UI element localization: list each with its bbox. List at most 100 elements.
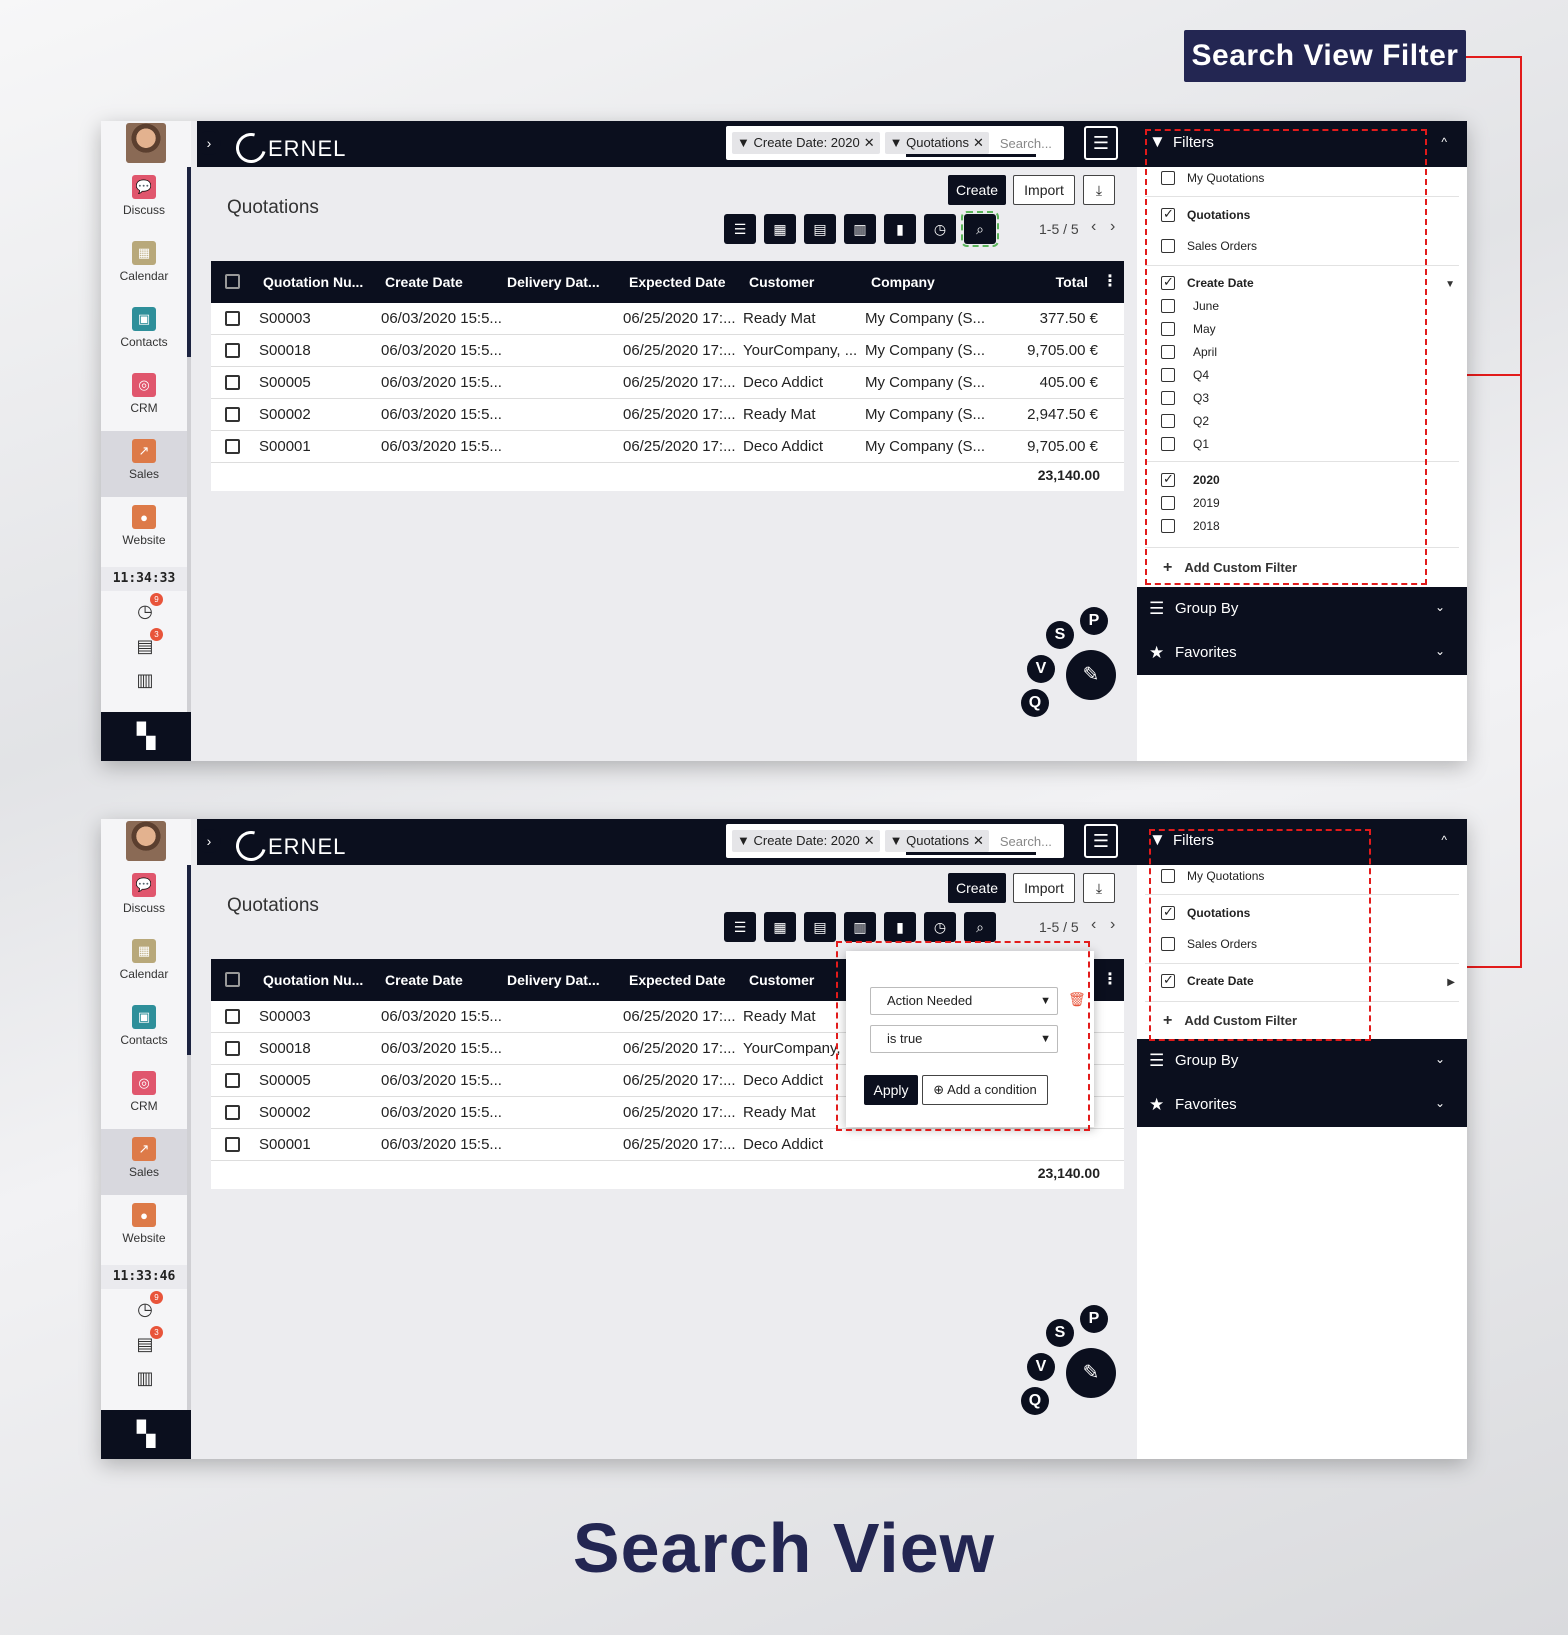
remove-facet-icon[interactable]: ✕ bbox=[973, 833, 984, 848]
graph-view-icon[interactable]: ▮ bbox=[884, 912, 916, 942]
apps-menu-icon[interactable]: ▚ bbox=[101, 1410, 191, 1459]
kanban-view-icon[interactable]: ▦ bbox=[764, 912, 796, 942]
create-button[interactable]: Create bbox=[948, 873, 1006, 903]
column-header[interactable]: Quotation Nu... bbox=[263, 261, 363, 303]
table-row[interactable]: S00003 06/03/2020 15:5... 06/25/2020 17:… bbox=[211, 303, 1124, 335]
avatar[interactable] bbox=[126, 123, 166, 163]
search-icon[interactable]: ⌕ bbox=[964, 912, 996, 942]
remove-facet-icon[interactable]: ✕ bbox=[864, 135, 875, 150]
sidebar-item-calendar[interactable]: ▦ Calendar bbox=[101, 233, 187, 299]
column-header[interactable]: Delivery Dat... bbox=[507, 959, 600, 1001]
sidebar-item-crm[interactable]: ◎ CRM bbox=[101, 1063, 187, 1129]
caret-right-icon[interactable]: ▶ bbox=[1447, 977, 1455, 988]
row-checkbox[interactable] bbox=[225, 343, 240, 358]
sidebar-scrollbar[interactable] bbox=[187, 167, 191, 727]
fab-p-button[interactable]: P bbox=[1080, 1305, 1108, 1333]
calendar-view-icon[interactable]: ▤ bbox=[804, 912, 836, 942]
activity-view-icon[interactable]: ◷ bbox=[924, 214, 956, 244]
select-all-checkbox[interactable] bbox=[225, 274, 240, 289]
facet-quotations[interactable]: ▼ Quotations ✕ bbox=[884, 132, 989, 154]
calendar-view-icon[interactable]: ▤ bbox=[804, 214, 836, 244]
group-by-header[interactable]: ☰ Group By ⌄ bbox=[1137, 587, 1467, 631]
pager-value[interactable]: 1-5 / 5 bbox=[1039, 221, 1079, 237]
graph-view-icon[interactable]: ▮ bbox=[884, 214, 916, 244]
pivot-view-icon[interactable]: ▥ bbox=[844, 214, 876, 244]
row-checkbox[interactable] bbox=[225, 1073, 240, 1088]
search-input[interactable]: Search... bbox=[1000, 834, 1052, 849]
column-header[interactable]: Customer bbox=[749, 959, 814, 1001]
pager-next-icon[interactable]: › bbox=[1110, 218, 1115, 236]
quick-note-button[interactable]: ✎ bbox=[1066, 650, 1116, 700]
fab-q-button[interactable]: Q bbox=[1021, 689, 1049, 717]
kanban-view-icon[interactable]: ▦ bbox=[764, 214, 796, 244]
import-button[interactable]: Import bbox=[1013, 873, 1075, 903]
import-button[interactable]: Import bbox=[1013, 175, 1075, 205]
table-row[interactable]: S00002 06/03/2020 15:5... 06/25/2020 17:… bbox=[211, 399, 1124, 431]
group-by-header[interactable]: ☰ Group By ⌄ bbox=[1137, 1039, 1467, 1083]
caret-down-icon[interactable]: ▼ bbox=[1445, 279, 1455, 290]
remove-facet-icon[interactable]: ✕ bbox=[864, 833, 875, 848]
table-row[interactable]: S00005 06/03/2020 15:5... 06/25/2020 17:… bbox=[211, 367, 1124, 399]
search-icon[interactable]: ⌕ bbox=[961, 211, 999, 247]
fab-v-button[interactable]: V bbox=[1027, 1353, 1055, 1381]
pager-prev-icon[interactable]: ‹ bbox=[1091, 916, 1096, 934]
optional-columns-icon[interactable]: ⋮ bbox=[1102, 261, 1118, 303]
fab-s-button[interactable]: S bbox=[1046, 621, 1074, 649]
list-view-icon[interactable]: ☰ bbox=[724, 912, 756, 942]
fab-s-button[interactable]: S bbox=[1046, 1319, 1074, 1347]
sidebar-item-website[interactable]: ● Website bbox=[101, 1195, 187, 1261]
create-button[interactable]: Create bbox=[948, 175, 1006, 205]
column-header[interactable]: Company bbox=[871, 261, 935, 303]
column-header[interactable]: Expected Date bbox=[629, 261, 725, 303]
facet-create-date[interactable]: ▼ Create Date: 2020 ✕ bbox=[732, 132, 880, 154]
remove-facet-icon[interactable]: ✕ bbox=[973, 135, 984, 150]
fab-q-button[interactable]: Q bbox=[1021, 1387, 1049, 1415]
row-checkbox[interactable] bbox=[225, 439, 240, 454]
sidebar-item-website[interactable]: ● Website bbox=[101, 497, 187, 563]
messages-icon[interactable]: ▤ 3 bbox=[133, 1326, 163, 1356]
column-header[interactable]: Create Date bbox=[385, 261, 463, 303]
apps-menu-icon[interactable]: ▚ bbox=[101, 712, 191, 761]
company-icon[interactable]: ▥ bbox=[133, 1366, 157, 1390]
sidebar-item-sales[interactable]: ↗ Sales bbox=[101, 431, 187, 497]
column-header[interactable]: Delivery Dat... bbox=[507, 261, 600, 303]
column-header[interactable]: Quotation Nu... bbox=[263, 959, 363, 1001]
column-header[interactable]: Expected Date bbox=[629, 959, 725, 1001]
activity-view-icon[interactable]: ◷ bbox=[924, 912, 956, 942]
select-all-checkbox[interactable] bbox=[225, 972, 240, 987]
table-row[interactable]: S00001 06/03/2020 15:5... 06/25/2020 17:… bbox=[211, 1129, 1124, 1161]
column-header[interactable]: Customer bbox=[749, 261, 814, 303]
optional-columns-icon[interactable]: ⋮ bbox=[1102, 959, 1118, 1001]
column-header[interactable]: Total bbox=[1056, 261, 1088, 303]
sidebar-item-sales[interactable]: ↗ Sales bbox=[101, 1129, 187, 1195]
row-checkbox[interactable] bbox=[225, 1137, 240, 1152]
filter-panel-toggle-icon[interactable]: ☰ bbox=[1084, 126, 1118, 160]
sidebar-toggle-icon[interactable]: › bbox=[197, 829, 221, 853]
quick-note-button[interactable]: ✎ bbox=[1066, 1348, 1116, 1398]
favorites-header[interactable]: ★ Favorites ⌄ bbox=[1137, 631, 1467, 675]
avatar[interactable] bbox=[126, 821, 166, 861]
filter-panel-toggle-icon[interactable]: ☰ bbox=[1084, 824, 1118, 858]
list-view-icon[interactable]: ☰ bbox=[724, 214, 756, 244]
row-checkbox[interactable] bbox=[225, 1009, 240, 1024]
search-input[interactable]: Search... bbox=[1000, 136, 1052, 151]
column-header[interactable]: Create Date bbox=[385, 959, 463, 1001]
table-row[interactable]: S00018 06/03/2020 15:5... 06/25/2020 17:… bbox=[211, 335, 1124, 367]
facet-create-date[interactable]: ▼ Create Date: 2020 ✕ bbox=[732, 830, 880, 852]
row-checkbox[interactable] bbox=[225, 1105, 240, 1120]
sidebar-item-calendar[interactable]: ▦ Calendar bbox=[101, 931, 187, 997]
messages-icon[interactable]: ▤ 3 bbox=[133, 628, 163, 658]
pager-next-icon[interactable]: › bbox=[1110, 916, 1115, 934]
sidebar-item-crm[interactable]: ◎ CRM bbox=[101, 365, 187, 431]
sidebar-scrollbar[interactable] bbox=[187, 865, 191, 1425]
row-checkbox[interactable] bbox=[225, 1041, 240, 1056]
sidebar-toggle-icon[interactable]: › bbox=[197, 131, 221, 155]
sidebar-item-discuss[interactable]: 💬 Discuss bbox=[101, 865, 187, 931]
search-bar[interactable]: ▼ Create Date: 2020 ✕ ▼ Quotations ✕ Searc… bbox=[726, 126, 1064, 160]
fab-p-button[interactable]: P bbox=[1080, 607, 1108, 635]
sidebar-item-contacts[interactable]: ▣ Contacts bbox=[101, 997, 187, 1063]
favorites-header[interactable]: ★ Favorites ⌄ bbox=[1137, 1083, 1467, 1127]
row-checkbox[interactable] bbox=[225, 407, 240, 422]
pivot-view-icon[interactable]: ▥ bbox=[844, 912, 876, 942]
facet-quotations[interactable]: ▼ Quotations ✕ bbox=[884, 830, 989, 852]
